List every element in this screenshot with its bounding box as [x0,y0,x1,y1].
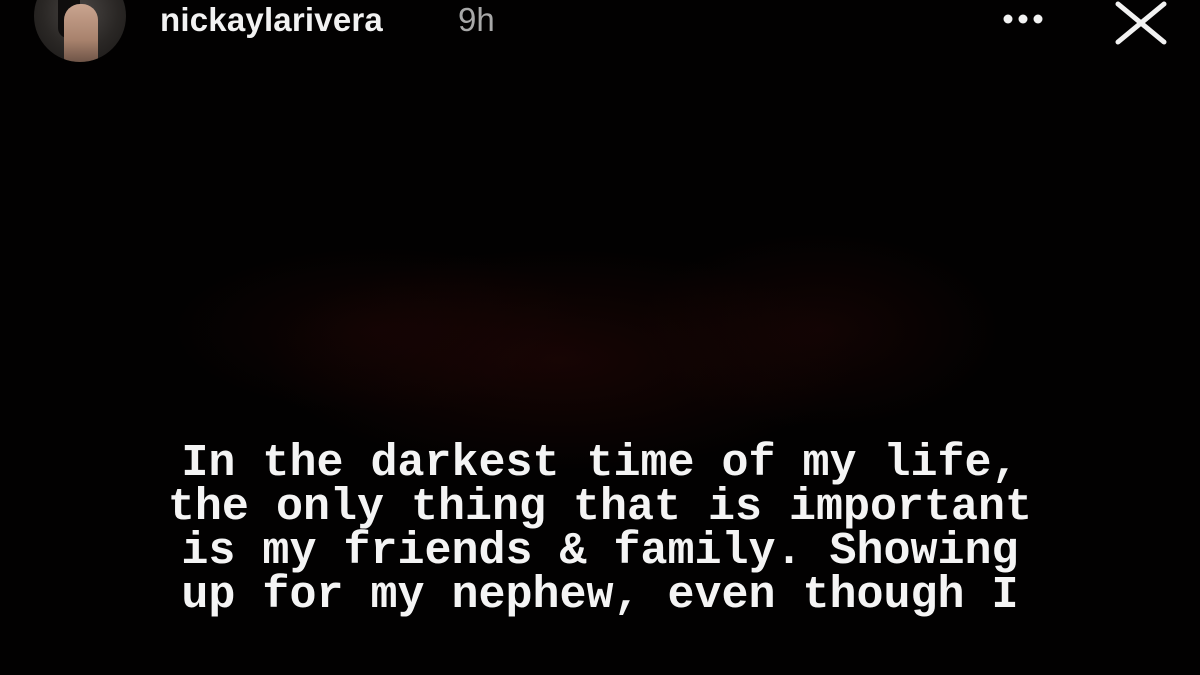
story-viewer: nickaylarivera 9h In the darkest time of… [0,0,1200,675]
more-options-button[interactable] [996,2,1056,36]
story-caption: In the darkest time of my life, the only… [167,438,1033,621]
post-time: 9h [458,1,495,38]
more-horizontal-icon [1003,14,1043,24]
close-icon [1115,1,1167,45]
close-button[interactable] [1108,0,1174,46]
username-link[interactable]: nickaylarivera [160,0,383,40]
avatar-figure [64,4,98,62]
story-header: nickaylarivera 9h [0,0,1200,62]
avatar[interactable] [34,0,126,62]
